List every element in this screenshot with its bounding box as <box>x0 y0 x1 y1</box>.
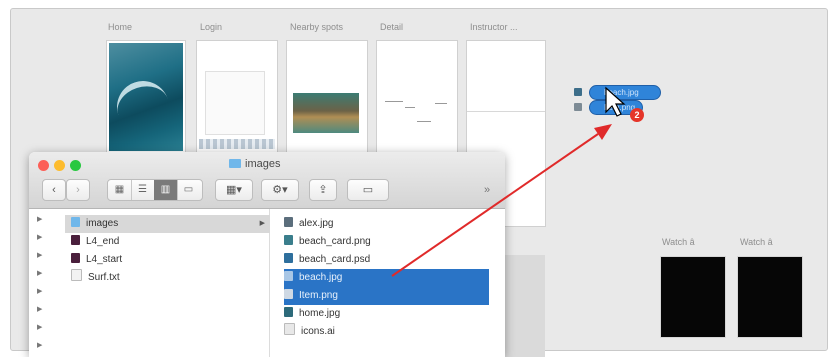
xd-screen: Home Login Nearby spots Detail Instructo… <box>0 0 832 357</box>
cursor-arrow-icon <box>605 86 626 117</box>
drag-direction-arrow <box>391 133 599 277</box>
drag-arrow-overlay <box>391 86 626 277</box>
arrow-head-icon <box>594 124 612 140</box>
